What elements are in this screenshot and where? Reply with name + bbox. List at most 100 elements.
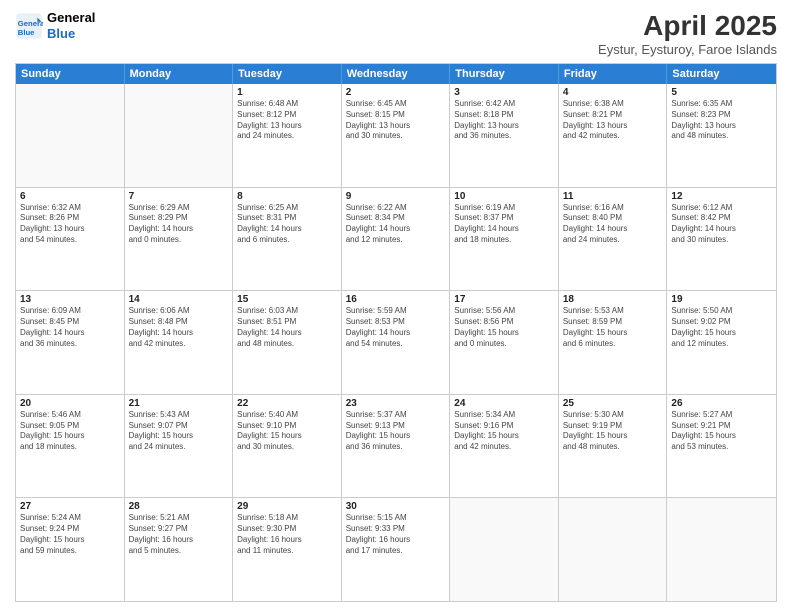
day-info: Sunrise: 6:16 AM Sunset: 8:40 PM Dayligh… xyxy=(563,203,663,246)
cal-header-cell: Sunday xyxy=(16,64,125,84)
cal-cell: 9Sunrise: 6:22 AM Sunset: 8:34 PM Daylig… xyxy=(342,188,451,291)
day-info: Sunrise: 5:30 AM Sunset: 9:19 PM Dayligh… xyxy=(563,410,663,453)
cal-header-cell: Saturday xyxy=(667,64,776,84)
cal-cell xyxy=(559,498,668,601)
cal-header-cell: Tuesday xyxy=(233,64,342,84)
day-number: 5 xyxy=(671,87,772,98)
cal-cell: 22Sunrise: 5:40 AM Sunset: 9:10 PM Dayli… xyxy=(233,395,342,498)
main-title: April 2025 xyxy=(598,10,777,42)
day-number: 24 xyxy=(454,398,554,409)
cal-header-cell: Monday xyxy=(125,64,234,84)
cal-cell xyxy=(667,498,776,601)
cal-cell xyxy=(16,84,125,187)
cal-cell: 20Sunrise: 5:46 AM Sunset: 9:05 PM Dayli… xyxy=(16,395,125,498)
cal-cell: 4Sunrise: 6:38 AM Sunset: 8:21 PM Daylig… xyxy=(559,84,668,187)
day-number: 3 xyxy=(454,87,554,98)
cal-cell: 6Sunrise: 6:32 AM Sunset: 8:26 PM Daylig… xyxy=(16,188,125,291)
day-number: 7 xyxy=(129,191,229,202)
cal-cell: 28Sunrise: 5:21 AM Sunset: 9:27 PM Dayli… xyxy=(125,498,234,601)
cal-cell: 15Sunrise: 6:03 AM Sunset: 8:51 PM Dayli… xyxy=(233,291,342,394)
logo-blue: Blue xyxy=(47,26,95,42)
day-info: Sunrise: 6:25 AM Sunset: 8:31 PM Dayligh… xyxy=(237,203,337,246)
day-number: 11 xyxy=(563,191,663,202)
day-info: Sunrise: 5:46 AM Sunset: 9:05 PM Dayligh… xyxy=(20,410,120,453)
cal-cell: 16Sunrise: 5:59 AM Sunset: 8:53 PM Dayli… xyxy=(342,291,451,394)
cal-row: 27Sunrise: 5:24 AM Sunset: 9:24 PM Dayli… xyxy=(16,497,776,601)
cal-cell: 3Sunrise: 6:42 AM Sunset: 8:18 PM Daylig… xyxy=(450,84,559,187)
cal-cell: 1Sunrise: 6:48 AM Sunset: 8:12 PM Daylig… xyxy=(233,84,342,187)
cal-row: 20Sunrise: 5:46 AM Sunset: 9:05 PM Dayli… xyxy=(16,394,776,498)
cal-cell: 13Sunrise: 6:09 AM Sunset: 8:45 PM Dayli… xyxy=(16,291,125,394)
cal-row: 13Sunrise: 6:09 AM Sunset: 8:45 PM Dayli… xyxy=(16,290,776,394)
day-info: Sunrise: 5:18 AM Sunset: 9:30 PM Dayligh… xyxy=(237,513,337,556)
cal-header-cell: Wednesday xyxy=(342,64,451,84)
day-number: 21 xyxy=(129,398,229,409)
cal-cell: 17Sunrise: 5:56 AM Sunset: 8:56 PM Dayli… xyxy=(450,291,559,394)
day-info: Sunrise: 6:48 AM Sunset: 8:12 PM Dayligh… xyxy=(237,99,337,142)
day-number: 23 xyxy=(346,398,446,409)
cal-cell: 21Sunrise: 5:43 AM Sunset: 9:07 PM Dayli… xyxy=(125,395,234,498)
day-number: 17 xyxy=(454,294,554,305)
day-info: Sunrise: 6:45 AM Sunset: 8:15 PM Dayligh… xyxy=(346,99,446,142)
cal-cell: 8Sunrise: 6:25 AM Sunset: 8:31 PM Daylig… xyxy=(233,188,342,291)
day-number: 25 xyxy=(563,398,663,409)
day-info: Sunrise: 5:27 AM Sunset: 9:21 PM Dayligh… xyxy=(671,410,772,453)
day-number: 20 xyxy=(20,398,120,409)
day-number: 16 xyxy=(346,294,446,305)
day-number: 10 xyxy=(454,191,554,202)
calendar: SundayMondayTuesdayWednesdayThursdayFrid… xyxy=(15,63,777,602)
day-number: 19 xyxy=(671,294,772,305)
day-info: Sunrise: 5:37 AM Sunset: 9:13 PM Dayligh… xyxy=(346,410,446,453)
day-info: Sunrise: 6:09 AM Sunset: 8:45 PM Dayligh… xyxy=(20,306,120,349)
calendar-header: SundayMondayTuesdayWednesdayThursdayFrid… xyxy=(16,64,776,84)
day-number: 9 xyxy=(346,191,446,202)
day-info: Sunrise: 6:35 AM Sunset: 8:23 PM Dayligh… xyxy=(671,99,772,142)
day-info: Sunrise: 5:56 AM Sunset: 8:56 PM Dayligh… xyxy=(454,306,554,349)
day-info: Sunrise: 6:22 AM Sunset: 8:34 PM Dayligh… xyxy=(346,203,446,246)
day-number: 14 xyxy=(129,294,229,305)
cal-cell: 19Sunrise: 5:50 AM Sunset: 9:02 PM Dayli… xyxy=(667,291,776,394)
day-number: 4 xyxy=(563,87,663,98)
cal-cell: 5Sunrise: 6:35 AM Sunset: 8:23 PM Daylig… xyxy=(667,84,776,187)
cal-cell: 11Sunrise: 6:16 AM Sunset: 8:40 PM Dayli… xyxy=(559,188,668,291)
day-number: 15 xyxy=(237,294,337,305)
cal-cell: 26Sunrise: 5:27 AM Sunset: 9:21 PM Dayli… xyxy=(667,395,776,498)
logo: General Blue General Blue xyxy=(15,10,95,41)
calendar-body: 1Sunrise: 6:48 AM Sunset: 8:12 PM Daylig… xyxy=(16,84,776,601)
day-info: Sunrise: 5:24 AM Sunset: 9:24 PM Dayligh… xyxy=(20,513,120,556)
day-info: Sunrise: 5:59 AM Sunset: 8:53 PM Dayligh… xyxy=(346,306,446,349)
day-info: Sunrise: 6:19 AM Sunset: 8:37 PM Dayligh… xyxy=(454,203,554,246)
day-info: Sunrise: 5:53 AM Sunset: 8:59 PM Dayligh… xyxy=(563,306,663,349)
day-number: 8 xyxy=(237,191,337,202)
cal-cell: 7Sunrise: 6:29 AM Sunset: 8:29 PM Daylig… xyxy=(125,188,234,291)
day-info: Sunrise: 5:15 AM Sunset: 9:33 PM Dayligh… xyxy=(346,513,446,556)
cal-cell: 30Sunrise: 5:15 AM Sunset: 9:33 PM Dayli… xyxy=(342,498,451,601)
day-number: 22 xyxy=(237,398,337,409)
cal-cell: 29Sunrise: 5:18 AM Sunset: 9:30 PM Dayli… xyxy=(233,498,342,601)
cal-cell: 24Sunrise: 5:34 AM Sunset: 9:16 PM Dayli… xyxy=(450,395,559,498)
day-number: 27 xyxy=(20,501,120,512)
day-info: Sunrise: 6:38 AM Sunset: 8:21 PM Dayligh… xyxy=(563,99,663,142)
day-number: 29 xyxy=(237,501,337,512)
logo-icon: General Blue xyxy=(15,12,43,40)
day-info: Sunrise: 6:06 AM Sunset: 8:48 PM Dayligh… xyxy=(129,306,229,349)
cal-cell: 12Sunrise: 6:12 AM Sunset: 8:42 PM Dayli… xyxy=(667,188,776,291)
day-number: 13 xyxy=(20,294,120,305)
cal-cell: 25Sunrise: 5:30 AM Sunset: 9:19 PM Dayli… xyxy=(559,395,668,498)
day-info: Sunrise: 5:40 AM Sunset: 9:10 PM Dayligh… xyxy=(237,410,337,453)
cal-cell: 2Sunrise: 6:45 AM Sunset: 8:15 PM Daylig… xyxy=(342,84,451,187)
day-number: 2 xyxy=(346,87,446,98)
day-info: Sunrise: 6:42 AM Sunset: 8:18 PM Dayligh… xyxy=(454,99,554,142)
cal-cell: 18Sunrise: 5:53 AM Sunset: 8:59 PM Dayli… xyxy=(559,291,668,394)
day-info: Sunrise: 5:50 AM Sunset: 9:02 PM Dayligh… xyxy=(671,306,772,349)
svg-text:Blue: Blue xyxy=(18,28,35,37)
day-number: 28 xyxy=(129,501,229,512)
day-number: 18 xyxy=(563,294,663,305)
day-number: 12 xyxy=(671,191,772,202)
cal-cell: 27Sunrise: 5:24 AM Sunset: 9:24 PM Dayli… xyxy=(16,498,125,601)
day-info: Sunrise: 5:34 AM Sunset: 9:16 PM Dayligh… xyxy=(454,410,554,453)
cal-row: 1Sunrise: 6:48 AM Sunset: 8:12 PM Daylig… xyxy=(16,84,776,187)
cal-cell: 10Sunrise: 6:19 AM Sunset: 8:37 PM Dayli… xyxy=(450,188,559,291)
cal-row: 6Sunrise: 6:32 AM Sunset: 8:26 PM Daylig… xyxy=(16,187,776,291)
cal-cell xyxy=(450,498,559,601)
